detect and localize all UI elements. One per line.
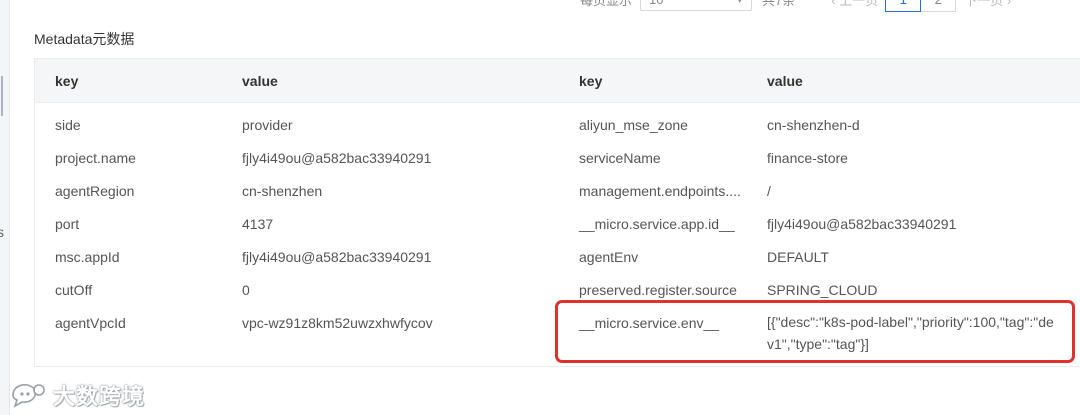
header-key-1: key <box>55 73 79 89</box>
page-size-select[interactable]: 10 ▾ <box>640 0 753 11</box>
table-cell-key: side <box>55 117 81 133</box>
table-cell-value: DEFAULT <box>767 249 829 265</box>
table-cell-value: provider <box>242 117 293 133</box>
header-key-2: key <box>579 73 603 89</box>
table-cell-key: agentRegion <box>55 183 135 199</box>
table-cell-key: agentEnv <box>579 249 639 265</box>
watermark: 大数跨境 <box>9 380 145 410</box>
page-button-1[interactable]: 1 <box>885 0 922 12</box>
table-cell-value: SPRING_CLOUD <box>767 282 878 298</box>
total-count: 共7条 <box>762 0 796 8</box>
header-divider <box>35 102 1080 103</box>
chevron-down-icon: ▾ <box>736 0 743 7</box>
table-cell-value: fjly4i49ou@a582bac33940291 <box>242 150 432 166</box>
page-button-2[interactable]: 2 <box>920 0 957 12</box>
table-cell-value: fjly4i49ou@a582bac33940291 <box>242 249 432 265</box>
table-cell-value: fjly4i49ou@a582bac33940291 <box>767 216 957 232</box>
watermark-text: 大数跨境 <box>53 384 146 409</box>
header-value-1: value <box>242 73 278 89</box>
table-cell-key: msc.appId <box>55 249 120 265</box>
table-cell-key: preserved.register.source <box>579 282 737 298</box>
page-size-value: 10 <box>649 0 663 7</box>
pagination-bar: 每页显示 10 ▾ 共7条 ‹ 上一页 1 2 下一页 › <box>580 0 1019 12</box>
sidebar-edge-mark <box>1 76 9 116</box>
sidebar-edge-char: s <box>0 224 4 240</box>
table-cell-key: agentVpcId <box>55 315 126 331</box>
header-value-2: value <box>767 73 803 89</box>
table-cell-key: project.name <box>55 150 136 166</box>
table-cell-key: cutOff <box>55 282 93 298</box>
next-page-button[interactable]: 下一页 › <box>964 0 1011 9</box>
table-cell-value: finance-store <box>767 150 848 166</box>
table-cell-key: __micro.service.app.id__ <box>579 216 735 232</box>
section-title: Metadata元数据 <box>34 31 135 47</box>
table-cell-key: management.endpoints.... <box>579 183 741 199</box>
left-sidebar-edge: s <box>0 0 10 415</box>
highlight-annotation-box <box>555 300 1075 363</box>
table-cell-key: port <box>55 216 80 232</box>
table-cell-value: cn-shenzhen-d <box>767 117 860 133</box>
table-cell-value: 4137 <box>242 216 274 232</box>
table-header: key value key value <box>35 59 1080 102</box>
table-cell-value: cn-shenzhen <box>242 183 323 199</box>
table-cell-value: vpc-wz91z8km52uwzxhwfycov <box>242 315 433 331</box>
page-size-label: 每页显示 <box>580 0 633 8</box>
chat-bubble-logo-icon <box>12 384 45 408</box>
table-cell-value: 0 <box>242 282 250 298</box>
table-cell-key: serviceName <box>579 150 661 166</box>
table-cell-key: aliyun_mse_zone <box>579 117 688 133</box>
prev-page-button[interactable]: ‹ 上一页 <box>831 0 878 9</box>
table-cell-value: / <box>767 183 771 199</box>
